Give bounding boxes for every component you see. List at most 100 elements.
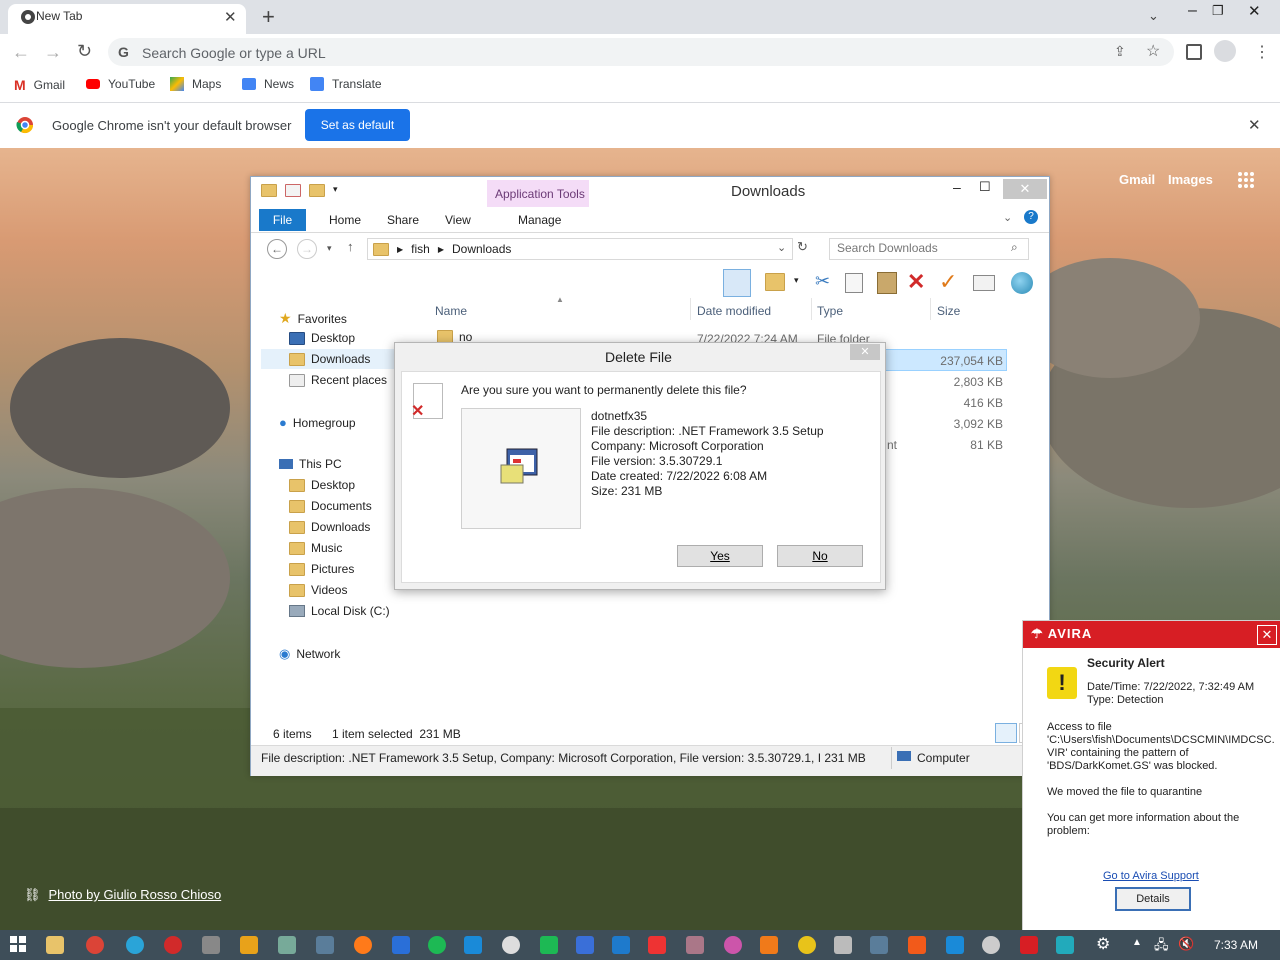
- close-tab-icon[interactable]: ✕: [224, 8, 237, 26]
- restore-icon[interactable]: ❐: [1212, 3, 1224, 19]
- nav-pc-music[interactable]: Music: [289, 541, 342, 555]
- bookmark-maps[interactable]: Maps: [170, 77, 221, 91]
- ntp-gmail-link[interactable]: Gmail: [1119, 172, 1155, 187]
- bookmark-youtube[interactable]: YouTube: [86, 77, 155, 91]
- ribbon-tab-manage[interactable]: Manage: [518, 213, 561, 227]
- nav-network[interactable]: ◉ Network: [279, 646, 340, 662]
- taskbar-pink-app-icon[interactable]: [724, 936, 742, 954]
- taskbar-purple-app-icon[interactable]: [686, 936, 704, 954]
- taskbar-opera-icon[interactable]: [164, 936, 182, 954]
- set-as-default-button[interactable]: Set as default: [305, 109, 410, 141]
- delete-icon[interactable]: ✕: [907, 269, 925, 295]
- cut-icon[interactable]: ✂: [815, 271, 830, 292]
- column-size[interactable]: Size: [937, 304, 960, 318]
- taskbar-edge-icon[interactable]: [126, 936, 144, 954]
- copy-icon[interactable]: [845, 273, 863, 293]
- explorer-forward-icon[interactable]: →: [297, 239, 317, 259]
- taskbar-firefox-icon[interactable]: [354, 936, 372, 954]
- nav-fav-desktop[interactable]: Desktop: [289, 331, 355, 345]
- details-view-icon[interactable]: [995, 723, 1017, 743]
- bookmark-star-icon[interactable]: ☆: [1146, 41, 1160, 61]
- bookmark-translate[interactable]: Translate: [310, 77, 382, 91]
- quick-access-toolbar[interactable]: ▾: [261, 184, 338, 197]
- explorer-close-button[interactable]: ✕: [1003, 179, 1047, 199]
- taskbar-chrome-icon[interactable]: [86, 936, 104, 954]
- tray-network-icon[interactable]: 🖧: [1154, 936, 1169, 958]
- nav-pc-localdisk[interactable]: Local Disk (C:): [289, 604, 390, 618]
- taskbar-vpn-icon[interactable]: [502, 936, 520, 954]
- taskbar-app-icon[interactable]: [202, 936, 220, 954]
- tab-search-icon[interactable]: ⌄: [1148, 8, 1159, 24]
- explorer-minimize-icon[interactable]: –: [953, 179, 961, 195]
- taskbar-outlook-icon[interactable]: [392, 936, 410, 954]
- help-icon[interactable]: ?: [1024, 210, 1038, 224]
- taskbar-app2-icon[interactable]: [946, 936, 964, 954]
- customize-qat-icon[interactable]: ▾: [333, 184, 338, 197]
- tray-settings-icon[interactable]: ⚙: [1096, 934, 1110, 954]
- column-type[interactable]: Type: [817, 304, 843, 318]
- start-windows-icon[interactable]: [10, 936, 26, 952]
- up-icon[interactable]: ↑: [347, 239, 354, 254]
- nav-fav-recent[interactable]: Recent places: [289, 373, 387, 387]
- taskbar-avira-icon[interactable]: [1020, 936, 1038, 954]
- rename-check-icon[interactable]: ✓: [939, 269, 957, 295]
- address-dropdown-icon[interactable]: ⌄: [777, 241, 786, 254]
- photo-credit[interactable]: ⛓ Photo by Giulio Rosso Chioso: [24, 887, 221, 903]
- nav-fav-downloads[interactable]: Downloads: [289, 352, 370, 366]
- preview-pane-icon[interactable]: [723, 269, 751, 297]
- taskbar-vlc-icon[interactable]: [760, 936, 778, 954]
- taskbar-yellow-app-icon[interactable]: [798, 936, 816, 954]
- forward-icon[interactable]: →: [44, 42, 62, 63]
- column-name[interactable]: Name: [435, 304, 467, 318]
- nav-favorites[interactable]: ★ Favorites: [279, 310, 347, 327]
- ribbon-tab-share[interactable]: Share: [387, 213, 419, 227]
- taskbar-grey-app-icon[interactable]: [834, 936, 852, 954]
- nav-homegroup[interactable]: ● Homegroup: [279, 415, 356, 430]
- share-icon[interactable]: ⇪: [1114, 43, 1126, 60]
- taskbar-green-app-icon[interactable]: [540, 936, 558, 954]
- avira-close-button[interactable]: ✕: [1257, 625, 1277, 645]
- column-date-modified[interactable]: Date modified: [697, 304, 771, 318]
- refresh-icon[interactable]: ↻: [797, 239, 808, 255]
- tray-clock[interactable]: 7:33 AM: [1214, 938, 1258, 952]
- minimize-icon[interactable]: –: [1188, 2, 1197, 20]
- ribbon-tab-view[interactable]: View: [445, 213, 471, 227]
- ribbon-expand-icon[interactable]: ⌄: [1003, 211, 1012, 224]
- taskbar-mail-icon[interactable]: [464, 936, 482, 954]
- breadcrumb-fish[interactable]: fish: [411, 242, 430, 256]
- breadcrumb-downloads[interactable]: Downloads: [452, 242, 511, 256]
- move-to-icon[interactable]: [765, 273, 785, 294]
- explorer-maximize-icon[interactable]: ☐: [979, 179, 991, 195]
- dialog-close-button[interactable]: ✕: [850, 344, 880, 360]
- bookmark-news[interactable]: News: [242, 77, 294, 91]
- no-button[interactable]: No: [777, 545, 863, 567]
- profile-avatar[interactable]: [1214, 40, 1236, 62]
- avira-support-link[interactable]: Go to Avira Support: [1103, 870, 1199, 882]
- ribbon-tab-home[interactable]: Home: [329, 213, 361, 227]
- nav-pc-documents[interactable]: Documents: [289, 499, 372, 513]
- taskbar-spotify-icon[interactable]: [428, 936, 446, 954]
- nav-pc-downloads[interactable]: Downloads: [289, 520, 370, 534]
- taskbar-brave-icon[interactable]: [908, 936, 926, 954]
- infobar-close-icon[interactable]: ✕: [1248, 116, 1261, 134]
- tray-volume-muted-icon[interactable]: 🔇: [1178, 936, 1194, 952]
- taskbar-remote-desktop-icon[interactable]: [870, 936, 888, 954]
- close-window-icon[interactable]: ✕: [1248, 2, 1261, 20]
- taskbar-file-explorer-icon[interactable]: [46, 936, 64, 954]
- properties-icon[interactable]: [285, 184, 301, 197]
- back-icon[interactable]: ←: [12, 42, 30, 63]
- taskbar-white-app-icon[interactable]: [982, 936, 1000, 954]
- tray-overflow-icon[interactable]: ▲: [1132, 937, 1142, 948]
- globe-icon[interactable]: [1011, 272, 1033, 294]
- move-to-dropdown-icon[interactable]: ▾: [794, 275, 799, 286]
- menu-kebab-icon[interactable]: ⋮: [1254, 42, 1270, 62]
- new-tab-icon[interactable]: +: [262, 4, 275, 30]
- nav-pc-videos[interactable]: Videos: [289, 583, 347, 597]
- taskbar-red-app-icon[interactable]: [648, 936, 666, 954]
- nav-thispc[interactable]: This PC: [279, 457, 342, 471]
- taskbar-teal-app-icon[interactable]: [1056, 936, 1074, 954]
- ntp-images-link[interactable]: Images: [1168, 172, 1213, 187]
- taskbar-blue-app-icon[interactable]: [576, 936, 594, 954]
- apps-grid-icon[interactable]: [1238, 172, 1254, 188]
- bookmark-gmail[interactable]: M Gmail: [14, 77, 65, 93]
